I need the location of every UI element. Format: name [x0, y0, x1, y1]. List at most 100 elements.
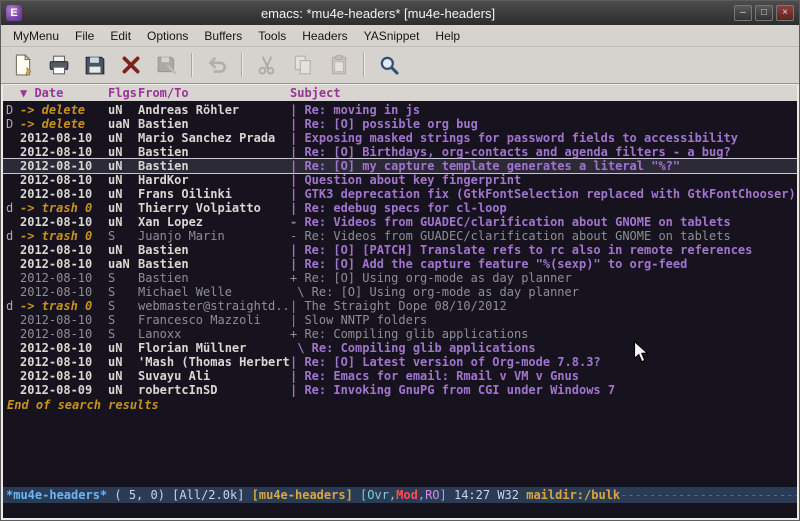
message-row[interactable]: 2012-08-10uNFlorian Müllner \ Re: Compil… — [3, 341, 797, 355]
menu-item-mymenu[interactable]: MyMenu — [5, 26, 67, 46]
message-row[interactable]: d-> trash 0SJuanjo Marin- Re: Videos fro… — [3, 229, 797, 243]
modeline-segment-maildir: maildir:/bulk — [526, 488, 620, 502]
message-subject: - Re: Videos from GUADEC/clarification a… — [290, 229, 797, 243]
modeline-segment-plain: ( 5, 0) [All/2.0k] — [114, 488, 251, 502]
message-mark — [6, 285, 20, 299]
mode-line[interactable]: *mu4e-headers* ( 5, 0) [All/2.0k] [mu4e-… — [3, 487, 797, 503]
kill-buffer-button[interactable] — [116, 50, 146, 80]
message-row[interactable]: 2012-08-10uNXan Lopez- Re: Videos from G… — [3, 215, 797, 229]
message-date: 2012-08-10 — [20, 271, 108, 285]
echo-area[interactable] — [3, 503, 797, 518]
message-row[interactable]: 2012-08-10uaNBastien| Re: [O] Add the ca… — [3, 257, 797, 271]
column-date[interactable]: ▼ Date — [20, 85, 108, 101]
message-mark — [6, 173, 20, 187]
message-from: robertcInSD — [138, 383, 290, 397]
menu-item-buffers[interactable]: Buffers — [196, 26, 250, 46]
message-date: 2012-08-10 — [20, 145, 108, 159]
menu-item-headers[interactable]: Headers — [294, 26, 355, 46]
message-row[interactable]: D-> deleteuNAndreas Röhler| Re: moving i… — [3, 103, 797, 117]
menu-item-tools[interactable]: Tools — [250, 26, 294, 46]
column-mark-spacer — [6, 85, 20, 101]
message-subject: | Re: [O] [PATCH] Translate refs to rc a… — [290, 243, 797, 257]
message-row[interactable]: 2012-08-10SMichael Welle \ Re: [O] Using… — [3, 285, 797, 299]
message-flags: uN — [108, 215, 138, 229]
message-subject: | Slow NNTP folders — [290, 313, 797, 327]
emacs-icon: E — [6, 5, 22, 21]
message-row[interactable]: D-> deleteuaNBastien| Re: [O] possible o… — [3, 117, 797, 131]
message-mark — [6, 145, 20, 159]
toolbar-separator — [363, 53, 365, 77]
search-button[interactable] — [374, 50, 404, 80]
buffer-area[interactable]: D-> deleteuNAndreas Röhler| Re: moving i… — [3, 101, 797, 487]
modeline-segment-mod: Mod — [396, 488, 418, 502]
message-row[interactable]: 2012-08-10uNHardKor| Question about key … — [3, 173, 797, 187]
message-date: 2012-08-10 — [20, 341, 108, 355]
message-row[interactable]: d-> trash 0Swebmaster@straightd...| The … — [3, 299, 797, 313]
message-mark: D — [6, 117, 20, 131]
message-flags: S — [108, 313, 138, 327]
column-from[interactable]: From/To — [138, 85, 290, 101]
message-flags: uN — [108, 187, 138, 201]
menu-item-yasnippet[interactable]: YASnippet — [356, 26, 428, 46]
message-from: Thierry Volpiatto — [138, 201, 290, 215]
save-as-button — [152, 50, 182, 80]
message-from: Juanjo Marin — [138, 229, 290, 243]
maximize-button[interactable]: □ — [755, 5, 773, 21]
menu-item-options[interactable]: Options — [139, 26, 196, 46]
message-flags: uN — [108, 355, 138, 369]
message-subject: | Re: [O] possible org bug — [290, 117, 797, 131]
close-button[interactable]: × — [776, 5, 794, 21]
menu-item-file[interactable]: File — [67, 26, 102, 46]
message-date: -> trash 0 — [20, 299, 108, 313]
message-row[interactable]: 2012-08-10SFrancesco Mazzoli| Slow NNTP … — [3, 313, 797, 327]
message-row[interactable]: 2012-08-10uNFrans Oilinki| GTK3 deprecat… — [3, 187, 797, 201]
message-date: 2012-08-09 — [20, 383, 108, 397]
message-mark: d — [6, 229, 20, 243]
message-row[interactable]: 2012-08-10SLanoxx+ Re: Compiling glib ap… — [3, 327, 797, 341]
message-from: Bastien — [138, 159, 290, 173]
message-from: Florian Müllner — [138, 341, 290, 355]
new-file-button[interactable] — [8, 50, 38, 80]
message-row[interactable]: 2012-08-10uN'Mash (Thomas Herbert)| Re: … — [3, 355, 797, 369]
message-row[interactable]: 2012-08-10uNBastien| Re: [O] my capture … — [3, 159, 797, 173]
message-mark: d — [6, 201, 20, 215]
message-row[interactable]: d-> trash 0uNThierry Volpiatto| Re: edeb… — [3, 201, 797, 215]
save-button[interactable] — [80, 50, 110, 80]
message-row[interactable]: 2012-08-10uNMario Sanchez Prada| Exposin… — [3, 131, 797, 145]
column-subject[interactable]: Subject — [290, 85, 797, 101]
menu-item-help[interactable]: Help — [427, 26, 468, 46]
message-row[interactable]: 2012-08-10uNSuvayu Ali| Re: Emacs for em… — [3, 369, 797, 383]
message-from: Suvayu Ali — [138, 369, 290, 383]
message-date: 2012-08-10 — [20, 243, 108, 257]
window-title: emacs: *mu4e-headers* [mu4e-headers] — [22, 6, 734, 21]
modeline-segment-plain: 14:27 W32 — [447, 488, 526, 502]
column-flags[interactable]: Flgs — [108, 85, 138, 101]
message-subject: | Question about key fingerprint — [290, 173, 797, 187]
message-row[interactable]: 2012-08-10SBastien+ Re: [O] Using org-mo… — [3, 271, 797, 285]
message-mark — [6, 243, 20, 257]
message-from: Frans Oilinki — [138, 187, 290, 201]
title-bar[interactable]: E emacs: *mu4e-headers* [mu4e-headers] –… — [1, 1, 799, 25]
message-flags: uN — [108, 201, 138, 215]
print-button[interactable] — [44, 50, 74, 80]
message-mark — [6, 383, 20, 397]
message-mark — [6, 159, 20, 173]
message-from: HardKor — [138, 173, 290, 187]
message-flags: uN — [108, 243, 138, 257]
menu-item-edit[interactable]: Edit — [102, 26, 139, 46]
minimize-button[interactable]: – — [734, 5, 752, 21]
modeline-segment-dashes: ----------------------------------------… — [620, 488, 797, 502]
message-date: 2012-08-10 — [20, 159, 108, 173]
message-row[interactable]: 2012-08-09uNrobertcInSD| Re: Invoking Gn… — [3, 383, 797, 397]
message-subject: + Re: [O] Using org-mode as day planner — [290, 271, 797, 285]
message-row[interactable]: 2012-08-10uNBastien| Re: [O] [PATCH] Tra… — [3, 243, 797, 257]
message-subject: | Re: [O] Birthdays, org-contacts and ag… — [290, 145, 797, 159]
menu-bar: MyMenuFileEditOptionsBuffersToolsHeaders… — [1, 25, 799, 47]
toolbar-separator — [191, 53, 193, 77]
message-subject: | Re: [O] Latest version of Org-mode 7.8… — [290, 355, 797, 369]
message-date: 2012-08-10 — [20, 313, 108, 327]
end-of-results: End of search results — [3, 398, 797, 413]
message-row[interactable]: 2012-08-10uNBastien| Re: [O] Birthdays, … — [3, 145, 797, 159]
toolbar — [1, 47, 799, 84]
modeline-segment-ovr: [Ovr, — [360, 488, 396, 502]
